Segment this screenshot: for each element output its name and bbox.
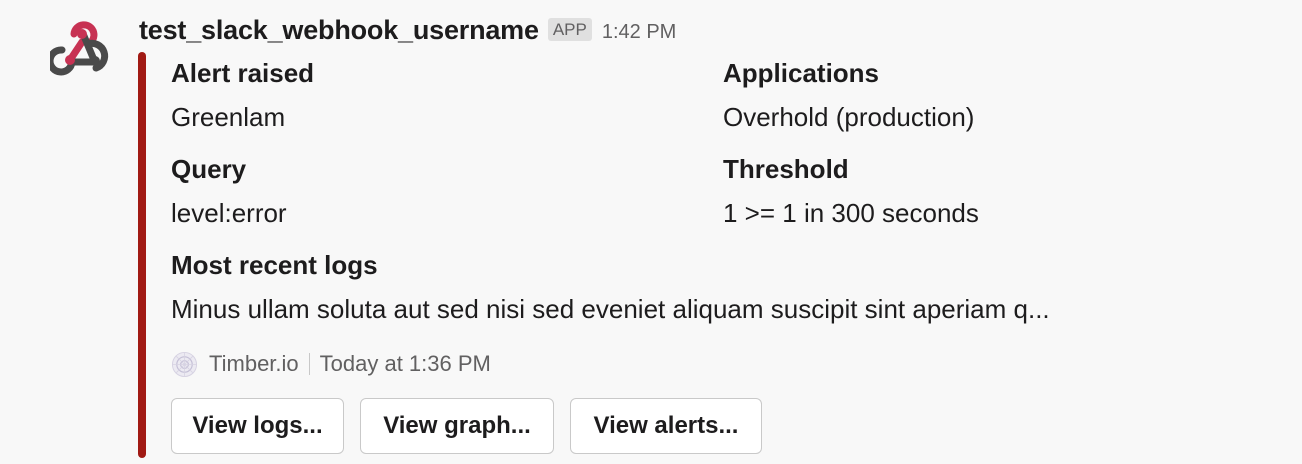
- message-timestamp[interactable]: 1:42 PM: [602, 21, 676, 44]
- field-title: Threshold: [723, 154, 849, 184]
- timber-logo-icon: [171, 351, 198, 377]
- field-value: Minus ullam soluta aut sed nisi sed even…: [171, 294, 1050, 324]
- field-title: Alert raised: [171, 58, 315, 88]
- field-most-recent-logs: Most recent logs Minus ullam soluta aut …: [171, 250, 1050, 324]
- field-value: 1 >= 1 in 300 seconds: [723, 198, 979, 228]
- field-value: level:error: [171, 198, 287, 228]
- message-header: test_slack_webhook_username APP 1:42 PM: [139, 12, 676, 48]
- field-applications: Applications Overhold (production): [723, 58, 974, 132]
- attachment-footer: Timber.io Today at 1:36 PM: [171, 348, 491, 380]
- view-alerts-button[interactable]: View alerts...: [570, 398, 762, 454]
- slack-message: test_slack_webhook_username APP 1:42 PM …: [0, 0, 1302, 464]
- footer-divider: [308, 353, 310, 375]
- field-title: Applications: [723, 58, 880, 88]
- attachment-color-bar: [138, 52, 146, 458]
- attachment-actions: View logs... View graph... View alerts..…: [171, 398, 778, 454]
- field-query: Query level:error: [171, 154, 287, 228]
- field-value: Overhold (production): [723, 102, 975, 132]
- app-badge: APP: [547, 17, 592, 41]
- field-threshold: Threshold 1 >= 1 in 300 seconds: [723, 154, 979, 228]
- sender-username[interactable]: test_slack_webhook_username: [139, 15, 539, 46]
- field-title: Most recent logs: [171, 250, 378, 280]
- field-value: Greenlam: [171, 102, 286, 132]
- field-alert-raised: Alert raised Greenlam: [171, 58, 314, 132]
- field-title: Query: [171, 154, 247, 184]
- webhook-icon[interactable]: [50, 14, 114, 78]
- footer-time[interactable]: Today at 1:36 PM: [320, 351, 491, 377]
- footer-source: Timber.io: [209, 351, 299, 376]
- view-graph-button[interactable]: View graph...: [360, 398, 554, 454]
- view-logs-button[interactable]: View logs...: [171, 398, 344, 454]
